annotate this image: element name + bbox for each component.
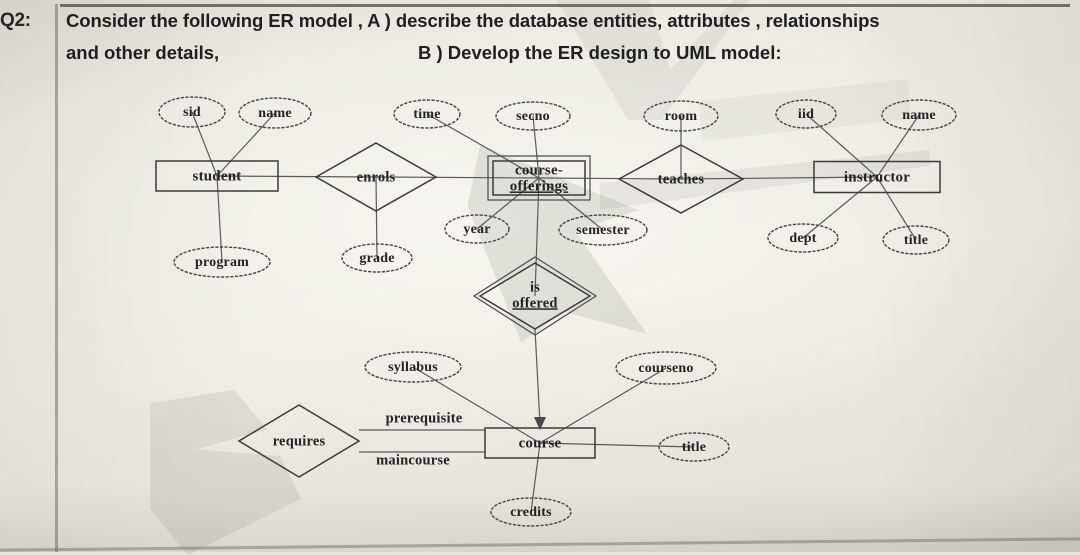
attribute-label-sid: sid [183,105,201,120]
attribute-label-credits: credits [510,505,552,520]
er-shapes: student course-offerings instructor course e… [155,96,957,527]
relationship-label-is-offered: is [530,279,540,295]
er-attribute-semester: semester [558,214,648,246]
attribute-label-year: year [463,222,490,237]
link-title-inst-to-instructor [876,176,917,241]
link-is-offered-to-course [534,328,541,425]
er-attribute-name: name [238,97,312,129]
link-title-to-course [539,442,695,448]
er-attribute-title: title [658,432,730,462]
attribute-label-courseno: courseno [638,361,693,376]
er-attribute-name-inst: name [881,99,957,131]
relationship-label-teaches: teaches [658,171,705,187]
entity-label-course: course [519,435,562,451]
er-attribute-time: time [393,99,461,129]
er-attribute-sid: sid [158,96,226,128]
link-syllabus-to-course [412,366,541,444]
attribute-label-iid: iid [798,107,814,122]
relationship-label-requires: requires [273,433,326,449]
er-attribute-dept: dept [767,223,839,253]
er-relationship-requires: requires [237,404,361,478]
er-attribute-program: program [173,246,271,278]
er-relationship-is-offered: isoffered [472,256,598,336]
link-iid-to-instructor [805,113,878,178]
er-attribute-syllabus: syllabus [364,351,462,383]
attribute-label-program: program [195,255,249,270]
role-label-prerequisite: prerequisite [386,410,463,426]
attribute-label-time: time [413,107,440,122]
entity-label-instructor: instructor [844,169,910,185]
link-courseno-to-course [539,367,667,444]
er-attribute-iid: iid [775,99,837,129]
er-attribute-courseno: courseno [615,351,717,385]
link-program-to-student [216,175,223,263]
entity-label2-course-offerings: offerings [510,178,568,194]
attribute-label-title: title [682,440,706,455]
attribute-label-dept: dept [789,231,816,246]
entity-label-course-offerings: course- [515,162,563,178]
entity-label-student: student [193,168,242,184]
attribute-label-name: name [258,106,291,121]
relationship-label2-is-offered: offered [512,295,557,311]
relationship-label-enrols: enrols [357,169,396,185]
link-grade-to-enrols [375,176,378,259]
er-attribute-year: year [444,214,510,244]
er-diagram: student course-offerings instructor course e… [155,96,957,527]
link-credits-to-course [530,442,541,513]
attribute-label-syllabus: syllabus [388,360,438,375]
attribute-label-grade: grade [359,251,394,266]
attribute-label-name-inst: name [902,108,935,123]
er-attribute-title-inst: title [882,225,950,255]
attribute-label-room: room [665,109,698,124]
er-attribute-credits: credits [490,497,572,527]
link-name-inst-to-instructor [876,114,920,178]
attribute-label-secno: secno [516,109,550,124]
attribute-label-semester: semester [576,223,630,238]
link-sid-to-student [191,111,218,177]
er-entity-course: course [484,427,596,459]
attribute-label-title-inst: title [904,233,928,248]
role-label-maincourse: maincourse [376,452,450,468]
er-attribute-secno: secno [495,101,571,131]
